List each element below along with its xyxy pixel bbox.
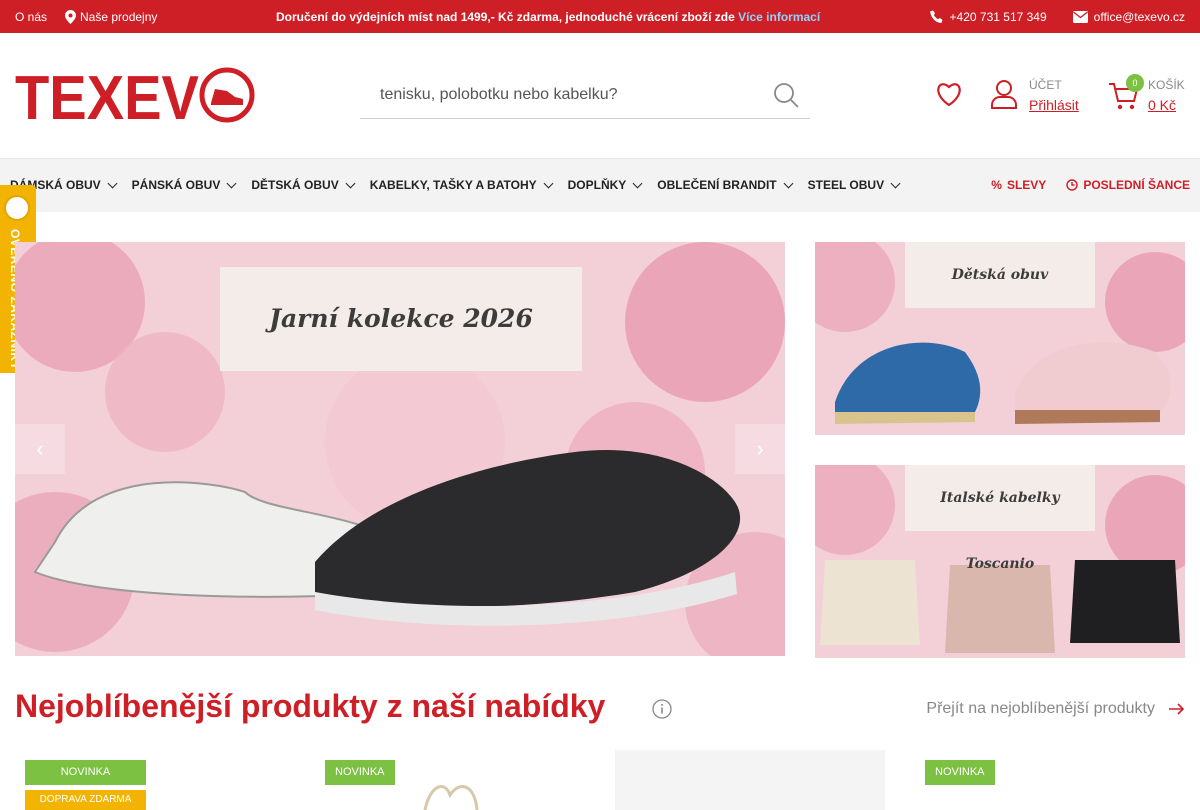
nav-item-accessories[interactable]: DOPLŇKY	[568, 178, 644, 192]
main-nav: DÁMSKÁ OBUV PÁNSKÁ OBUV DĚTSKÁ OBUV KABE…	[0, 158, 1200, 212]
product-image	[423, 785, 479, 810]
search-bar	[360, 73, 810, 119]
login-link[interactable]: Přihlásit	[1029, 97, 1079, 113]
new-badge: NOVINKA	[25, 760, 146, 785]
cart-link[interactable]: 0 KOŠÍK 0 Kč	[1108, 74, 1198, 117]
stores-link[interactable]: Naše prodejny	[65, 10, 157, 24]
user-icon	[991, 80, 1017, 109]
clock-icon	[1066, 179, 1079, 191]
cart-count-badge: 0	[1126, 74, 1144, 92]
search-icon[interactable]	[772, 81, 800, 109]
info-icon[interactable]	[652, 699, 672, 719]
chevron-down-icon	[783, 178, 794, 188]
texevo-logo[interactable]: TEXEV	[15, 67, 255, 123]
kids-shoes-banner[interactable]: Dětská obuv	[815, 242, 1185, 435]
envelope-icon	[1072, 11, 1088, 23]
nav-item-steel[interactable]: STEEL OBUV	[808, 178, 901, 192]
chevron-down-icon	[107, 178, 118, 188]
promo-text: Doručení do výdejních míst nad 1499,- Kč…	[276, 10, 735, 24]
nav-item-last-chance[interactable]: POSLEDNÍ ŠANCE	[1066, 178, 1190, 192]
nav-item-label: PÁNSKÁ OBUV	[131, 178, 221, 192]
chevron-right-icon: ›	[756, 436, 764, 461]
kids-shoes-title: Dětská obuv	[905, 242, 1095, 308]
nav-item-label: OBLEČENÍ BRANDIT	[657, 178, 777, 192]
email-address: office@texevo.cz	[1093, 10, 1185, 24]
chevron-down-icon	[543, 178, 554, 188]
account-link[interactable]: ÚČET Přihlásit	[990, 77, 1100, 117]
new-badge: NOVINKA	[325, 760, 395, 785]
product-card[interactable]: NOVINKA DOPRAVA ZDARMA	[15, 750, 285, 810]
location-pin-icon	[65, 10, 77, 24]
arrow-right-icon	[1169, 703, 1185, 715]
nav-item-label: STEEL OBUV	[807, 178, 885, 192]
hero-slider[interactable]: Jarní kolekce 2026 ‹ ›	[15, 242, 785, 656]
search-input[interactable]	[360, 73, 750, 117]
cart-label: KOŠÍK	[1148, 78, 1185, 92]
account-label: ÚČET	[1029, 78, 1062, 92]
slider-prev-button[interactable]: ‹	[15, 424, 65, 474]
percent-icon: %	[991, 178, 1002, 192]
promo-link[interactable]: Více informací	[738, 10, 820, 24]
heart-icon[interactable]	[935, 81, 963, 107]
toscanio-bags-banner[interactable]: Italské kabelky Toscanio	[815, 465, 1185, 658]
new-badge: NOVINKA	[925, 760, 995, 785]
phone-number: +420 731 517 349	[949, 10, 1047, 24]
product-card[interactable]	[615, 750, 885, 810]
chevron-down-icon	[890, 178, 901, 188]
popular-products-title: Nejoblíbenější produkty z naší nabídky	[15, 688, 606, 724]
nav-item-label: KABELKY, TAŠKY A BATOHY	[369, 178, 537, 192]
svg-text:TEXEV: TEXEV	[15, 67, 199, 123]
sales-label: SLEVY	[1006, 178, 1047, 192]
nav-item-brandit[interactable]: OBLEČENÍ BRANDIT	[657, 178, 794, 192]
product-card[interactable]: NOVINKA	[315, 750, 585, 810]
phone-link[interactable]: +420 731 517 349	[929, 10, 1047, 24]
promo-banner: Doručení do výdejních míst nad 1499,- Kč…	[276, 10, 820, 24]
popular-products-link[interactable]: Přejít na nejoblíbenější produkty	[926, 700, 1185, 718]
nav-item-mens-shoes[interactable]: PÁNSKÁ OBUV	[132, 178, 238, 192]
phone-icon	[929, 10, 943, 23]
hero-title: Jarní kolekce 2026	[220, 267, 582, 371]
nav-item-label: DOPLŇKY	[567, 178, 627, 192]
stores-label: Naše prodejny	[80, 10, 158, 24]
popular-products-link-label: Přejít na nejoblíbenější produkty	[926, 700, 1155, 717]
chevron-down-icon	[226, 178, 237, 188]
toscanio-bags-title: Italské kabelky Toscanio	[905, 465, 1095, 572]
cart-total[interactable]: 0 Kč	[1148, 97, 1176, 113]
nav-item-bags[interactable]: KABELKY, TAŠKY A BATOHY	[370, 178, 554, 192]
chevron-left-icon: ‹	[36, 436, 44, 461]
slider-next-button[interactable]: ›	[735, 424, 785, 474]
free-shipping-badge: DOPRAVA ZDARMA	[25, 790, 146, 810]
chevron-down-icon	[632, 178, 643, 188]
product-card[interactable]: NOVINKA	[915, 750, 1185, 810]
top-bar: O nás Naše prodejny Doručení do výdejníc…	[0, 0, 1200, 33]
nav-item-label: DĚTSKÁ OBUV	[251, 178, 339, 192]
email-link[interactable]: office@texevo.cz	[1072, 10, 1185, 24]
header: TEXEV ÚČET Přihlásit 0 KOŠÍK 0 Kč	[0, 33, 1200, 158]
heureka-seal-icon	[4, 195, 30, 221]
nav-item-kids-shoes[interactable]: DĚTSKÁ OBUV	[251, 178, 356, 192]
chevron-down-icon	[345, 178, 356, 188]
last-chance-label: POSLEDNÍ ŠANCE	[1083, 178, 1190, 192]
about-link[interactable]: O nás	[15, 10, 47, 24]
nav-item-sales[interactable]: % SLEVY	[991, 178, 1046, 192]
